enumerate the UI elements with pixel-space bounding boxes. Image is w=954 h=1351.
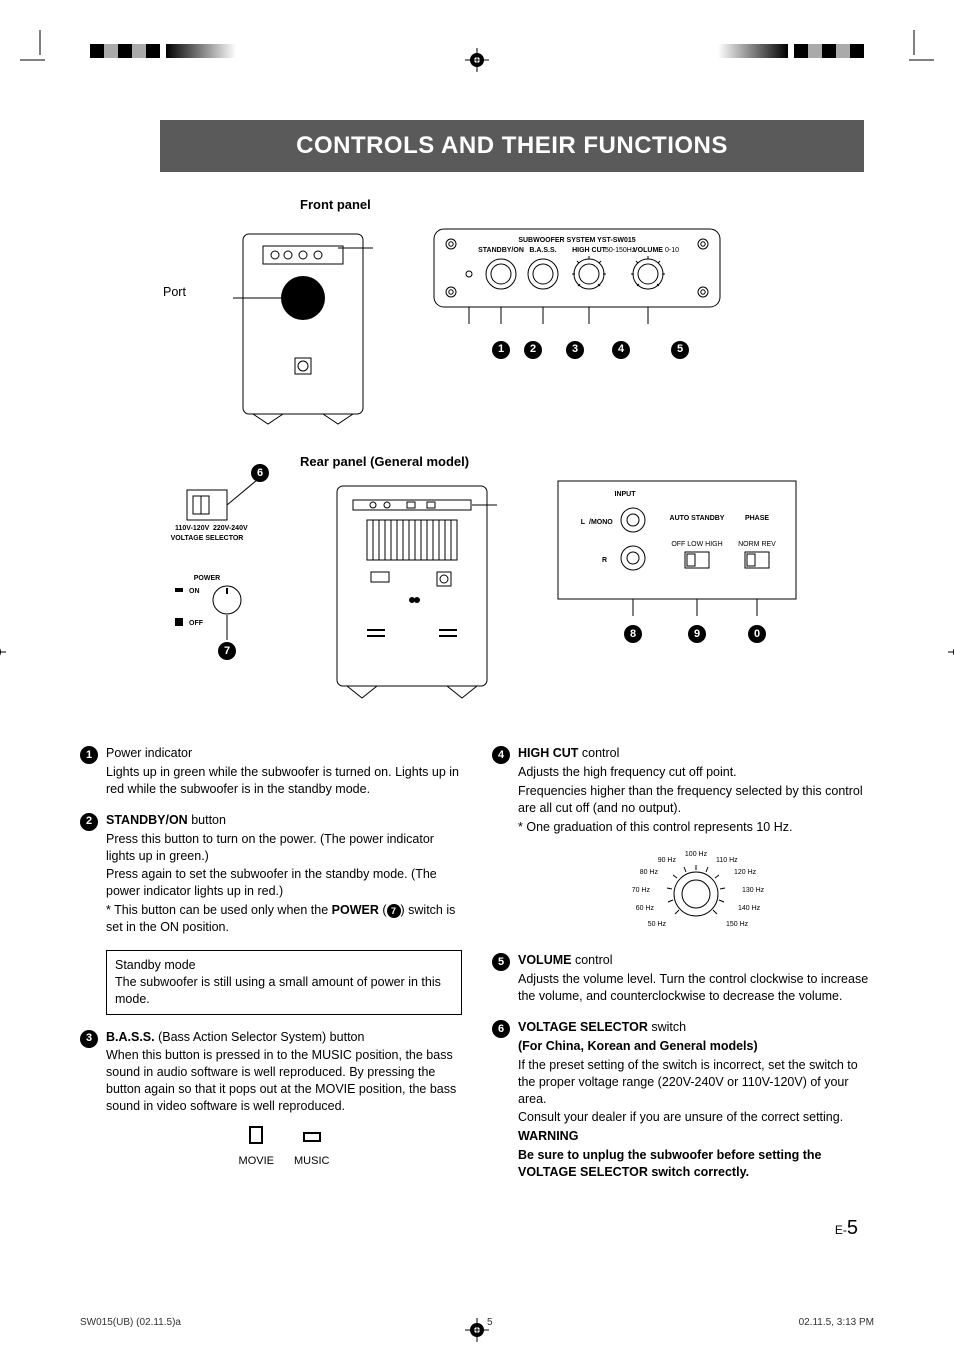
callout-4: 4 (612, 341, 630, 359)
item-2-body1: Press this button to turn on the power. … (106, 831, 462, 865)
item-4-note: One graduation of this control represent… (518, 819, 874, 836)
svg-text:220V-240V: 220V-240V (213, 525, 248, 532)
svg-text:OFF LOW HIGH: OFF LOW HIGH (671, 541, 722, 548)
svg-text:POWER: POWER (194, 575, 220, 582)
port-label: Port (163, 284, 186, 301)
svg-text:L: L (581, 519, 586, 526)
rear-panel-zoom: INPUT L /MONO R AUTO STANDBY OFF LOW HIG… (557, 480, 797, 643)
item-6-title: VOLTAGE SELECTOR switch (518, 1019, 874, 1036)
svg-text:STANDBY/ON: STANDBY/ON (478, 247, 524, 254)
svg-text:50-150Hz: 50-150Hz (605, 247, 636, 254)
svg-text:VOLUME: VOLUME (633, 247, 663, 254)
section-title: CONTROLS AND THEIR FUNCTIONS (160, 120, 864, 172)
svg-text:90 Hz: 90 Hz (658, 857, 677, 864)
item-5: 5 VOLUME control Adjusts the volume leve… (492, 952, 874, 1005)
page-number: E-5 (60, 1215, 894, 1242)
callout-5: 5 (671, 341, 689, 359)
svg-text:/MONO: /MONO (589, 519, 613, 526)
item-1: 1 Power indicator Lights up in green whi… (80, 745, 462, 798)
svg-text:ON: ON (189, 588, 200, 595)
callout-1: 1 (492, 341, 510, 359)
svg-text:VOLTAGE SELECTOR: VOLTAGE SELECTOR (171, 535, 244, 542)
svg-text:NORM REV: NORM REV (738, 541, 776, 548)
registration-mark-bottom (465, 1318, 489, 1347)
rear-side-controls: 110V-120V 220V-240V VOLTAGE SELECTOR POW… (157, 480, 267, 685)
movie-icon: MOVIE (239, 1125, 274, 1169)
registration-mark-left (0, 640, 6, 669)
item-4-body1: Adjusts the high frequency cut off point… (518, 764, 874, 781)
item-6-body1: If the preset setting of the switch is i… (518, 1057, 874, 1108)
svg-text:110V-120V: 110V-120V (175, 525, 210, 532)
svg-text:130 Hz: 130 Hz (742, 887, 765, 894)
item-5-title: VOLUME control (518, 952, 874, 969)
item-3-body: When this button is pressed in to the MU… (106, 1047, 462, 1115)
svg-text:60 Hz: 60 Hz (636, 905, 655, 912)
item-4: 4 HIGH CUT control Adjusts the high freq… (492, 745, 874, 938)
item-3-title: B.A.S.S. (Bass Action Selector System) b… (106, 1029, 462, 1046)
rear-panel-heading: Rear panel (General model) (300, 453, 469, 471)
item-6-body2: Consult your dealer if you are unsure of… (518, 1109, 874, 1126)
item-2: 2 STANDBY/ON button Press this button to… (80, 812, 462, 936)
high-cut-dial: 50 Hz 60 Hz 70 Hz 80 Hz 90 Hz 100 Hz 110… (518, 844, 874, 939)
crop-marks (60, 30, 894, 80)
svg-text:AUTO STANDBY: AUTO STANDBY (670, 515, 725, 522)
item-6-warn-body: Be sure to unplug the subwoofer before s… (518, 1147, 874, 1181)
item-3: 3 B.A.S.S. (Bass Action Selector System)… (80, 1029, 462, 1169)
item-6-warn-hdr: WARNING (518, 1128, 874, 1145)
item-2-title: STANDBY/ON button (106, 812, 462, 829)
callout-3: 3 (566, 341, 584, 359)
svg-text:120 Hz: 120 Hz (734, 869, 757, 876)
item-6: 6 VOLTAGE SELECTOR switch (For China, Ko… (492, 1019, 874, 1181)
item-2-body2: Press again to set the subwoofer in the … (106, 866, 462, 900)
item-1-title: Power indicator (106, 745, 462, 762)
music-icon: MUSIC (294, 1125, 329, 1169)
svg-text:0-10: 0-10 (665, 247, 679, 254)
left-column: 1 Power indicator Lights up in green whi… (80, 745, 462, 1195)
footer-mid: 5 (181, 1316, 799, 1330)
right-column: 4 HIGH CUT control Adjusts the high freq… (492, 745, 874, 1195)
registration-mark-right (948, 640, 954, 669)
front-panel-zoom: SUBWOOFER SYSTEM YST-SW015 STANDBY/ON B.… (433, 228, 721, 359)
svg-text:SUBWOOFER SYSTEM YST-SW015: SUBWOOFER SYSTEM YST-SW015 (518, 237, 635, 244)
item-5-body: Adjusts the volume level. Turn the contr… (518, 971, 874, 1005)
callout-9: 9 (688, 625, 706, 643)
svg-text:80 Hz: 80 Hz (640, 869, 659, 876)
svg-text:70 Hz: 70 Hz (632, 887, 651, 894)
item-1-body: Lights up in green while the subwoofer i… (106, 764, 462, 798)
callout-2: 2 (524, 341, 542, 359)
svg-text:OFF: OFF (189, 620, 204, 627)
svg-text:50 Hz: 50 Hz (648, 921, 667, 928)
svg-text:110 Hz: 110 Hz (716, 857, 738, 864)
svg-text:140 Hz: 140 Hz (738, 905, 761, 912)
item-6-sub: (For China, Korean and General models) (518, 1038, 874, 1055)
item-2-note: This button can be used only when the PO… (106, 902, 462, 936)
svg-text:HIGH CUT: HIGH CUT (572, 247, 607, 254)
front-speaker-diagram: Port (233, 228, 373, 433)
rear-cabinet-diagram (327, 480, 497, 715)
footer-left: SW015(UB) (02.11.5)a (80, 1316, 181, 1330)
front-panel-heading: Front panel (300, 196, 371, 214)
svg-text:B.A.S.S.: B.A.S.S. (529, 247, 556, 254)
svg-text:PHASE: PHASE (745, 515, 769, 522)
svg-text:150 Hz: 150 Hz (726, 921, 749, 928)
svg-text:INPUT: INPUT (615, 491, 637, 498)
footer-right: 02.11.5, 3:13 PM (799, 1316, 874, 1330)
callout-10: 0 (748, 625, 766, 643)
svg-text:R: R (602, 557, 607, 564)
item-4-body2: Frequencies higher than the frequency se… (518, 783, 874, 817)
callout-8: 8 (624, 625, 642, 643)
item-4-title: HIGH CUT control (518, 745, 874, 762)
svg-text:100 Hz: 100 Hz (685, 851, 708, 858)
standby-note: Standby mode The subwoofer is still usin… (106, 950, 462, 1015)
